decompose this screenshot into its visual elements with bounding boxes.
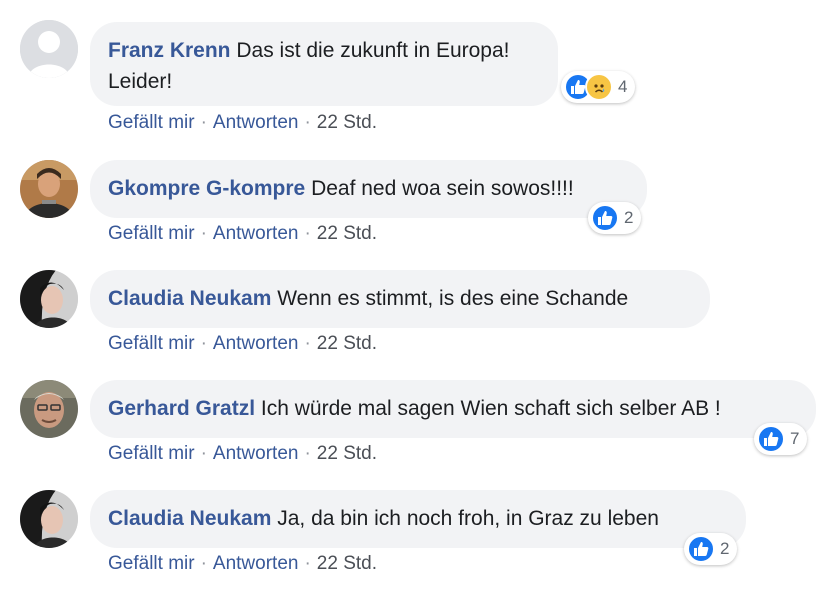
reaction-summary[interactable]: 2 (684, 533, 738, 565)
comment-text: Das ist die zukunft in Europa! (236, 39, 510, 62)
comment-actions: Gefällt mir · Antworten · 22 Std. (108, 553, 377, 575)
comment-text: Ich würde mal sagen Wien schaft sich sel… (260, 397, 721, 420)
comment-actions: Gefällt mir · Antworten · 22 Std. (108, 443, 377, 465)
reaction-summary[interactable]: 2 (588, 202, 642, 234)
separator: · (200, 553, 207, 574)
like-link[interactable]: Gefällt mir (108, 553, 195, 574)
comment-bubble: Gerhard Gratzl Ich würde mal sagen Wien … (90, 380, 816, 438)
comment-bubble: Franz Krenn Das ist die zukunft in Europ… (90, 22, 558, 106)
like-icon (757, 425, 785, 453)
separator: · (200, 223, 207, 244)
timestamp[interactable]: 22 Std. (317, 553, 377, 574)
avatar-photo[interactable] (20, 160, 78, 218)
comment-actions: Gefällt mir · Antworten · 22 Std. (108, 223, 377, 245)
like-link[interactable]: Gefällt mir (108, 223, 195, 244)
comment-text: Wenn es stimmt, is des eine Schande (277, 287, 629, 310)
avatar-default[interactable] (20, 20, 78, 78)
author-name[interactable]: Claudia Neukam (108, 507, 271, 530)
like-icon (687, 535, 715, 563)
reaction-summary[interactable]: 4 (561, 71, 636, 103)
comment-bubble: Claudia Neukam Ja, da bin ich noch froh,… (90, 490, 746, 548)
profile-photo-icon (20, 160, 78, 218)
avatar-photo[interactable] (20, 490, 78, 548)
author-name[interactable]: Franz Krenn (108, 39, 231, 62)
profile-photo-icon (20, 270, 78, 328)
reply-link[interactable]: Antworten (213, 443, 299, 464)
like-link[interactable]: Gefällt mir (108, 112, 195, 133)
reply-link[interactable]: Antworten (213, 112, 299, 133)
like-link[interactable]: Gefällt mir (108, 333, 195, 354)
comment-text-line2: Leider! (108, 70, 173, 93)
default-profile-icon (20, 20, 78, 78)
reaction-count: 2 (624, 208, 634, 227)
comment-text: Deaf ned woa sein sowos!!!! (311, 177, 574, 200)
reaction-count: 2 (720, 539, 730, 558)
timestamp[interactable]: 22 Std. (317, 112, 377, 133)
separator: · (200, 443, 207, 464)
like-link[interactable]: Gefällt mir (108, 443, 195, 464)
timestamp[interactable]: 22 Std. (317, 223, 377, 244)
separator: · (200, 333, 207, 354)
timestamp[interactable]: 22 Std. (317, 333, 377, 354)
reaction-count: 7 (790, 429, 800, 448)
profile-photo-icon (20, 490, 78, 548)
separator: · (304, 553, 311, 574)
separator: · (200, 112, 207, 133)
reply-link[interactable]: Antworten (213, 223, 299, 244)
separator: · (304, 112, 311, 133)
comment-actions: Gefällt mir · Antworten · 22 Std. (108, 333, 377, 355)
reaction-count: 4 (618, 77, 628, 96)
comment-bubble: Claudia Neukam Wenn es stimmt, is des ei… (90, 270, 710, 328)
reply-link[interactable]: Antworten (213, 333, 299, 354)
author-name[interactable]: Gerhard Gratzl (108, 397, 255, 420)
avatar-photo[interactable] (20, 380, 78, 438)
timestamp[interactable]: 22 Std. (317, 443, 377, 464)
comment-bubble: Gkompre G-kompre Deaf ned woa sein sowos… (90, 160, 647, 218)
comment-actions: Gefällt mir · Antworten · 22 Std. (108, 112, 377, 134)
separator: · (304, 223, 311, 244)
author-name[interactable]: Gkompre G-kompre (108, 177, 305, 200)
like-icon (591, 204, 619, 232)
reply-link[interactable]: Antworten (213, 553, 299, 574)
separator: · (304, 443, 311, 464)
separator: · (304, 333, 311, 354)
author-name[interactable]: Claudia Neukam (108, 287, 271, 310)
avatar-photo[interactable] (20, 270, 78, 328)
sad-icon (585, 73, 613, 101)
profile-photo-icon (20, 380, 78, 438)
reaction-summary[interactable]: 7 (754, 423, 808, 455)
comment-text: Ja, da bin ich noch froh, in Graz zu leb… (277, 507, 659, 530)
